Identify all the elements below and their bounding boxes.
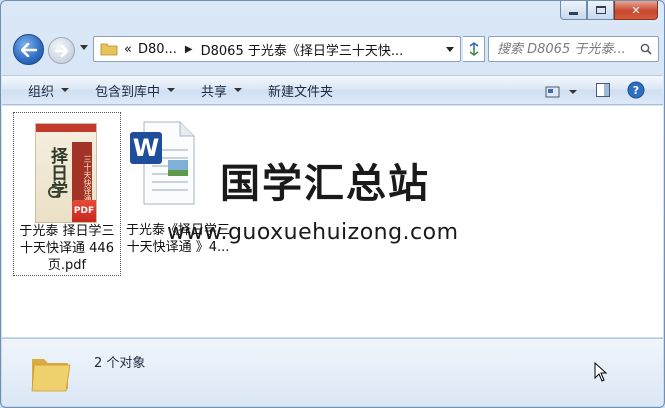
file-name-line: 页.pdf	[47, 258, 87, 273]
svg-text:?: ?	[633, 84, 639, 97]
preview-pane-icon	[596, 83, 610, 97]
toolbar-right-group: ?	[545, 81, 645, 103]
folder-icon	[100, 43, 118, 56]
chevron-down-icon	[234, 88, 243, 92]
details-pane: 2 个对象	[2, 338, 663, 406]
navigation-bar: « D80... ▶ D8065 于光泰《择日学三十天快...	[9, 34, 659, 66]
breadcrumb-parent[interactable]: D80...	[138, 42, 177, 57]
svg-text:W: W	[133, 134, 159, 162]
view-options-button[interactable]	[545, 85, 577, 99]
back-button[interactable]	[13, 34, 44, 65]
recent-pages-dropdown[interactable]	[80, 45, 88, 50]
new-folder-button[interactable]: 新建文件夹	[268, 81, 333, 100]
share-menu[interactable]: 共享	[201, 81, 243, 100]
chevron-down-icon	[167, 88, 176, 92]
watermark-url: www.guoxuehuizong.com	[167, 220, 459, 245]
breadcrumb-separator-icon[interactable]: ▶	[185, 44, 193, 55]
share-label: 共享	[201, 84, 228, 100]
search-input[interactable]	[497, 41, 637, 57]
forward-button[interactable]	[48, 37, 75, 64]
address-overflow[interactable]: «	[124, 42, 132, 57]
maximize-button[interactable]	[587, 1, 614, 20]
organize-label: 组织	[28, 84, 55, 100]
command-bar: 组织 包含到库中 共享 新建文件夹 ?	[2, 75, 663, 105]
file-list[interactable]: 择日学 三十天快译通 PDF 于光泰 择日学三 十天快译通 446 页.pdf	[2, 106, 663, 337]
chevron-down-icon	[569, 90, 577, 94]
pdf-thumbnail: 择日学 三十天快译通 PDF	[35, 123, 97, 223]
word-document-icon: W	[130, 121, 195, 205]
refresh-button[interactable]	[463, 36, 485, 62]
file-item-pdf[interactable]: 择日学 三十天快译通 PDF 于光泰 择日学三 十天快译通 446 页.pdf	[13, 112, 121, 276]
minimize-button[interactable]	[560, 1, 587, 20]
organize-menu[interactable]: 组织	[28, 81, 70, 100]
help-icon: ?	[627, 81, 645, 99]
chevron-down-icon	[61, 88, 70, 92]
file-name-line: 于光泰 择日学三	[19, 224, 115, 239]
new-folder-label: 新建文件夹	[268, 84, 334, 100]
folder-icon	[31, 359, 71, 392]
address-dropdown-icon[interactable]	[446, 47, 454, 52]
file-name-line: 十天快译通 446	[20, 241, 114, 256]
caption-buttons: ✕	[560, 1, 658, 21]
view-icon	[545, 86, 560, 98]
address-bar[interactable]: « D80... ▶ D8065 于光泰《择日学三十天快...	[93, 36, 461, 62]
preview-pane-button[interactable]	[595, 82, 611, 102]
include-in-library-menu[interactable]: 包含到库中	[95, 81, 176, 100]
item-count: 2 个对象	[94, 356, 146, 371]
mouse-cursor-icon	[594, 362, 608, 382]
maximize-icon	[595, 6, 606, 14]
search-box[interactable]	[488, 36, 659, 62]
minimize-icon	[569, 11, 578, 15]
refresh-icon	[469, 42, 478, 56]
pdf-badge-icon: PDF	[72, 200, 96, 222]
close-icon: ✕	[631, 3, 641, 17]
pdf-file-name: 于光泰 择日学三 十天快译通 446 页.pdf	[14, 223, 120, 274]
forward-arrow-icon	[55, 44, 68, 57]
watermark-title: 国学汇总站	[220, 161, 430, 207]
search-icon[interactable]	[640, 43, 652, 55]
explorer-window: ✕ « D80... ▶ D8065 于光泰《择日学三十天快... 组织	[0, 0, 665, 408]
help-button[interactable]: ?	[627, 81, 645, 103]
include-in-library-label: 包含到库中	[95, 84, 161, 100]
breadcrumb-current[interactable]: D8065 于光泰《择日学三十天快...	[201, 40, 404, 59]
back-arrow-icon	[20, 42, 37, 57]
close-button[interactable]: ✕	[614, 1, 658, 20]
